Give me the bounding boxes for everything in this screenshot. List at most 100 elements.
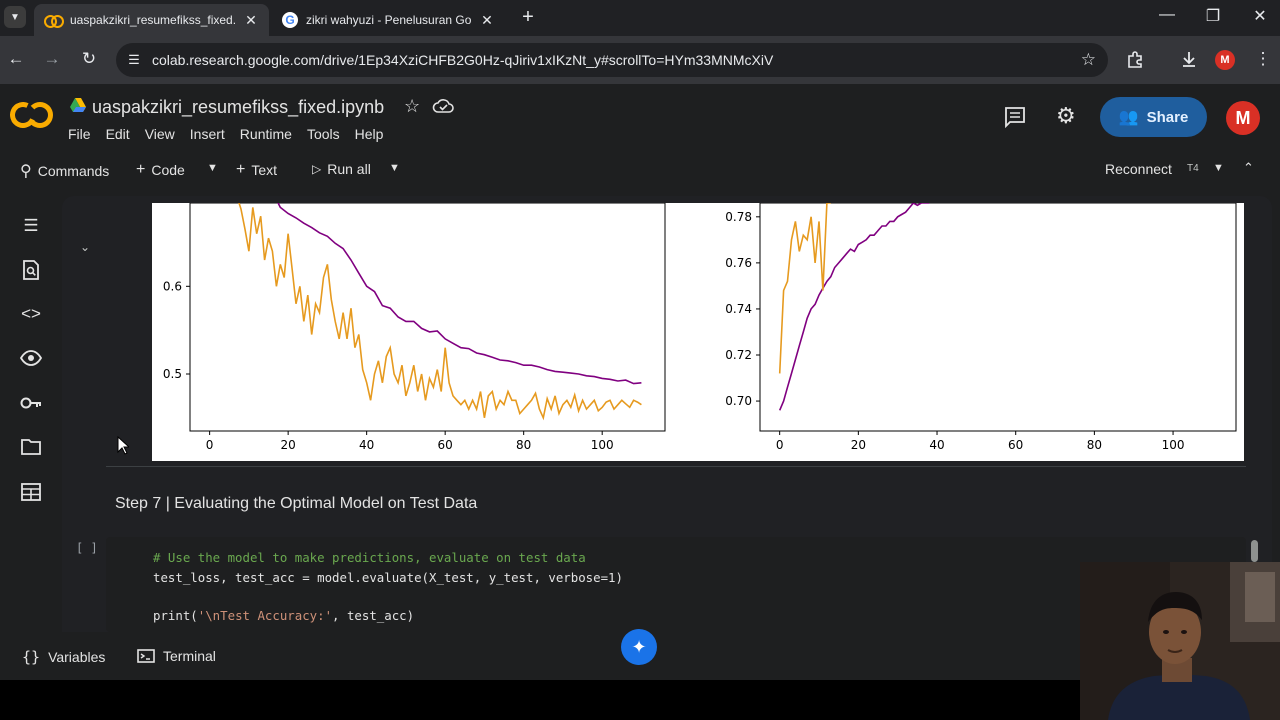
notebook-menu-bar: File Edit View Insert Runtime Tools Help — [68, 126, 398, 142]
variables-panel-button[interactable]: {} Variables — [22, 648, 105, 666]
text-label: Text — [251, 162, 278, 178]
acc-y-tick-label: 0.76 — [725, 256, 752, 270]
menu-help[interactable]: Help — [355, 126, 384, 142]
site-settings-tune-icon[interactable]: ☰ — [124, 50, 144, 70]
google-drive-icon — [70, 98, 86, 112]
acc-series-1-line — [778, 203, 831, 374]
collapse-header-chevron-icon[interactable]: ⌃ — [1243, 160, 1254, 176]
terminal-label: Terminal — [163, 648, 216, 664]
user-avatar[interactable]: M — [1226, 101, 1260, 135]
extensions-puzzle-icon[interactable] — [1125, 49, 1145, 69]
browser-tab-strip: ▼ uaspakzikri_resumefikss_fixed.ip ✕ G z… — [0, 0, 1280, 36]
cell-divider — [106, 466, 1246, 467]
reload-icon[interactable]: ↻ — [79, 49, 99, 69]
acc-series-0-line — [778, 203, 930, 411]
browser-tab-title: uaspakzikri_resumefikss_fixed.ip — [70, 13, 235, 27]
add-text-cell-button[interactable]: + Text — [236, 161, 277, 179]
tab-search-chevron-icon[interactable]: ▼ — [4, 6, 26, 28]
notebook-title[interactable]: uaspakzikri_resumefikss_fixed.ipynb — [92, 97, 384, 118]
code-token: '\nTest Accuracy:' — [197, 608, 333, 623]
menu-file[interactable]: File — [68, 126, 91, 142]
code-dropdown-chevron-icon[interactable]: ▼ — [207, 162, 218, 174]
runtime-type-badge: T4 — [1187, 163, 1199, 174]
menu-edit[interactable]: Edit — [106, 126, 130, 142]
url-text[interactable]: colab.research.google.com/drive/1Ep34Xzi… — [152, 52, 773, 68]
acc-x-tick-label: 60 — [1008, 438, 1023, 452]
comments-icon[interactable] — [1004, 106, 1026, 128]
loss-x-tick-label: 60 — [438, 438, 453, 452]
menu-runtime[interactable]: Runtime — [240, 126, 292, 142]
add-code-cell-button[interactable]: + Code — [136, 161, 185, 179]
browser-profile-avatar[interactable]: M — [1215, 50, 1235, 70]
acc-x-tick-label: 80 — [1087, 438, 1102, 452]
forward-arrow-icon[interactable]: → — [42, 49, 62, 69]
gemini-sparkle-icon[interactable]: ✦ — [621, 629, 657, 665]
settings-gear-icon[interactable]: ⚙ — [1056, 105, 1076, 127]
collapse-section-chevron-icon[interactable]: ⌄ — [80, 240, 90, 254]
close-tab-icon[interactable]: ✕ — [479, 12, 495, 29]
data-table-icon[interactable] — [19, 480, 43, 504]
downloads-icon[interactable] — [1179, 49, 1199, 69]
notebook-scrollbar[interactable] — [1251, 540, 1258, 562]
terminal-icon — [137, 649, 155, 663]
terminal-panel-button[interactable]: Terminal — [137, 648, 216, 664]
run-cell-button[interactable]: [ ] — [76, 541, 98, 555]
run-all-label: Run all — [327, 161, 371, 177]
code-line[interactable]: # Use the model to make predictions, eva… — [153, 550, 586, 565]
colab-logo-icon[interactable] — [6, 98, 54, 132]
loss-series-1-line — [238, 203, 642, 421]
acc-x-tick-label: 0 — [776, 438, 784, 452]
acc-y-tick-label: 0.72 — [725, 348, 752, 362]
browser-tab-colab[interactable]: uaspakzikri_resumefikss_fixed.ip ✕ — [34, 4, 269, 36]
accuracy-plot: 0 20 40 60 80 100 0.70 0.72 0.74 0.76 0.78 — [725, 203, 1185, 452]
files-folder-icon[interactable] — [19, 435, 43, 459]
plot-frame-right — [759, 203, 1237, 432]
loss-x-tick-label: 100 — [591, 438, 614, 452]
variables-inspector-eye-icon[interactable] — [19, 346, 43, 370]
secrets-key-icon[interactable] — [19, 391, 43, 415]
loss-y-tick-label: 0.6 — [163, 279, 182, 293]
cloud-saved-icon[interactable] — [432, 96, 454, 116]
acc-x-tick-label: 40 — [929, 438, 944, 452]
code-token: , test_acc) — [332, 608, 415, 623]
browser-tab-title: zikri wahyuzi - Penelusuran Goo — [306, 13, 471, 27]
address-bar[interactable]: ☰ colab.research.google.com/drive/1Ep34X… — [116, 43, 1108, 77]
section-heading[interactable]: Step 7 | Evaluating the Optimal Model on… — [115, 495, 477, 513]
code-snippets-icon[interactable]: <> — [19, 302, 43, 326]
run-all-button[interactable]: ▷ Run all — [312, 161, 371, 177]
share-button[interactable]: 👥 Share — [1100, 97, 1207, 137]
restore-window-icon[interactable]: ❐ — [1203, 6, 1223, 26]
new-tab-plus-icon[interactable]: + — [518, 7, 538, 27]
commands-button[interactable]: ⚲ Commands — [20, 161, 109, 181]
menu-tools[interactable]: Tools — [307, 126, 340, 142]
back-arrow-icon[interactable]: ← — [6, 49, 26, 69]
acc-x-tick-label: 20 — [851, 438, 866, 452]
plus-icon: + — [236, 161, 246, 178]
loss-x-tick-label: 20 — [280, 438, 295, 452]
screen: ▼ uaspakzikri_resumefikss_fixed.ip ✕ G z… — [0, 0, 1280, 720]
menu-insert[interactable]: Insert — [190, 126, 225, 142]
browser-tab-google[interactable]: G zikri wahyuzi - Penelusuran Goo ✕ — [272, 4, 505, 36]
plus-icon: + — [136, 161, 146, 178]
close-tab-icon[interactable]: ✕ — [243, 12, 259, 29]
runtime-dropdown-chevron-icon[interactable]: ▼ — [1213, 162, 1224, 174]
loss-series-0-line — [277, 203, 642, 385]
table-of-contents-icon[interactable]: ☰ — [19, 214, 43, 238]
browser-menu-kebab-icon[interactable]: ⋮ — [1253, 49, 1273, 69]
mouse-pointer-icon — [117, 436, 129, 455]
curly-braces-icon: {} — [22, 648, 41, 666]
star-notebook-icon[interactable]: ☆ — [404, 96, 420, 117]
code-line[interactable]: test_loss, test_acc = model.evaluate(X_t… — [153, 570, 623, 585]
notebook-toolbar: ⚲ Commands + Code ▼ + Text ▷ Run all ▼ R… — [0, 150, 1280, 188]
code-line-print[interactable]: print('\nTest Accuracy:', test_acc) — [153, 608, 414, 623]
close-window-icon[interactable]: ✕ — [1250, 6, 1270, 26]
menu-view[interactable]: View — [145, 126, 175, 142]
run-dropdown-chevron-icon[interactable]: ▼ — [389, 162, 400, 174]
loss-x-tick-label: 40 — [359, 438, 374, 452]
colab-header: uaspakzikri_resumefikss_fixed.ipynb ☆ Fi… — [0, 84, 1280, 150]
bookmark-star-icon[interactable]: ☆ — [1081, 50, 1096, 70]
code-label: Code — [151, 162, 185, 178]
find-replace-icon[interactable] — [19, 258, 43, 282]
minimize-window-icon[interactable]: — — [1157, 6, 1177, 24]
reconnect-button[interactable]: Reconnect — [1105, 161, 1172, 177]
